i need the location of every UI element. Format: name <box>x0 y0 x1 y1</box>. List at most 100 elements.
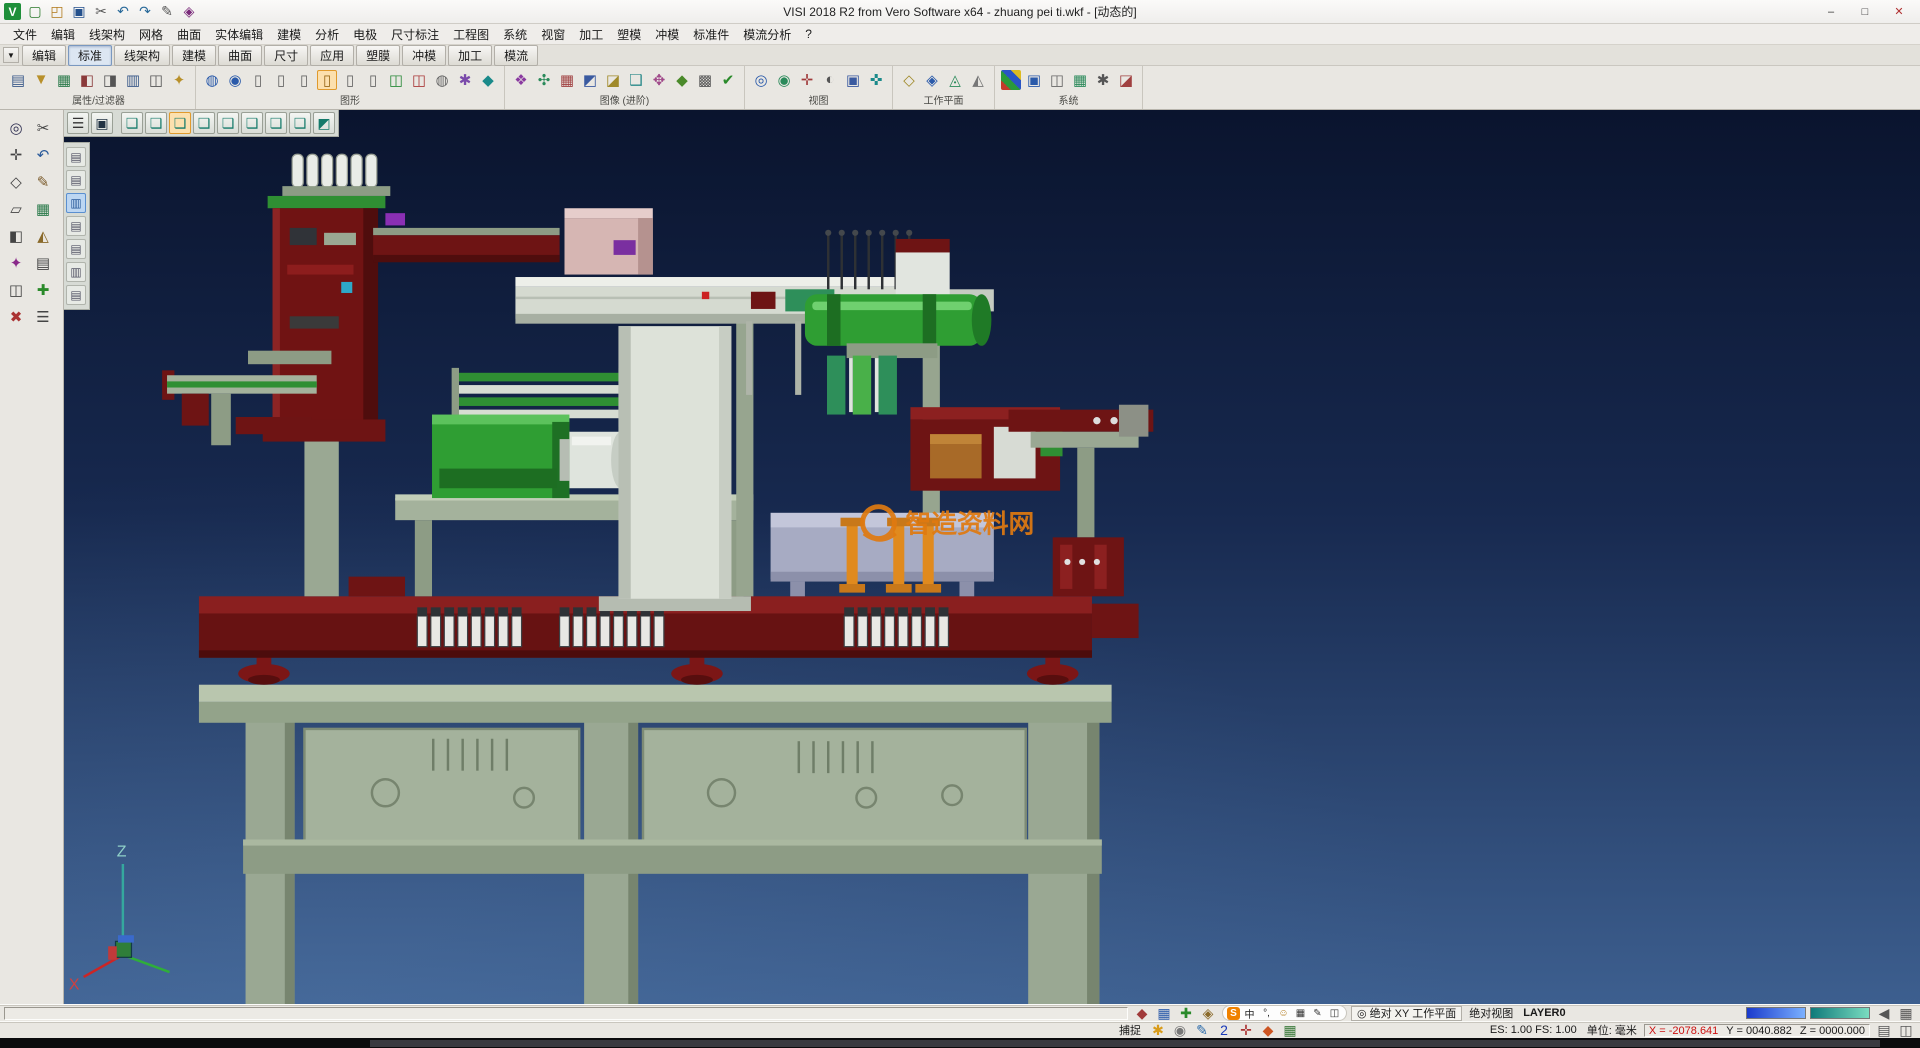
cylinder-3-icon[interactable]: ▯ <box>294 70 314 90</box>
active-layer-label[interactable]: LAYER0 <box>1520 1007 1568 1019</box>
select-all-icon[interactable]: ▥ <box>123 70 143 90</box>
tab-2[interactable]: 线架构 <box>114 45 170 66</box>
cylinder-6-icon[interactable]: ▯ <box>363 70 383 90</box>
select-color-swatch[interactable] <box>1810 1007 1870 1019</box>
snap-lock-icon[interactable]: ✱ <box>1148 1020 1168 1040</box>
left-view-icon[interactable]: ❏ <box>241 112 263 134</box>
db-red-icon[interactable]: ◫ <box>409 70 429 90</box>
right-view-icon[interactable]: ❏ <box>217 112 239 134</box>
save-icon[interactable]: ▣ <box>69 2 89 22</box>
ime-logo-icon[interactable]: S <box>1227 1007 1240 1020</box>
emoji-icon[interactable]: ☺ <box>1276 1006 1291 1020</box>
tab-overflow-button[interactable]: ▼ <box>3 47 19 63</box>
invert-select-icon[interactable]: ◫ <box>146 70 166 90</box>
units-icon[interactable]: ◪ <box>1116 70 1136 90</box>
highlight-icon[interactable]: ✦ <box>169 70 189 90</box>
cut-icon[interactable]: ✂ <box>31 116 55 140</box>
close-button[interactable]: ✕ <box>1882 2 1916 22</box>
cylinder-4-icon[interactable]: ▯ <box>317 70 337 90</box>
zoom-fit-icon[interactable]: ◎ <box>751 70 771 90</box>
target-icon[interactable]: ◉ <box>1170 1020 1190 1040</box>
mesh-icon[interactable]: ▩ <box>695 70 715 90</box>
columns-icon[interactable]: ◫ <box>4 278 28 302</box>
grid-small-icon[interactable]: ▤ <box>1874 1020 1894 1040</box>
iso-view-ne-icon[interactable]: ❏ <box>121 112 143 134</box>
viewport-3d-model[interactable]: 智造资料网 Z X <box>64 110 1920 1004</box>
material-icon[interactable]: ✣ <box>534 70 554 90</box>
cylinder-5-icon[interactable]: ▯ <box>340 70 360 90</box>
sketch-icon[interactable]: ✎ <box>31 170 55 194</box>
pencil-icon[interactable]: ✎ <box>157 2 177 22</box>
undo-icon[interactable]: ↶ <box>31 143 55 167</box>
render-icon[interactable]: ❖ <box>511 70 531 90</box>
view-mode-label[interactable]: 绝对视图 <box>1466 1005 1516 1021</box>
tab-4[interactable]: 曲面 <box>218 45 262 66</box>
delete-icon[interactable]: ✖ <box>4 305 28 329</box>
add-icon[interactable]: ✚ <box>31 278 55 302</box>
db-green-icon[interactable]: ◫ <box>386 70 406 90</box>
grid-icon[interactable]: ▦ <box>31 197 55 221</box>
table-icon[interactable]: ▦ <box>1280 1020 1300 1040</box>
layers-icon[interactable]: ▤ <box>31 251 55 275</box>
tab-6[interactable]: 应用 <box>310 45 354 66</box>
menu-item-6[interactable]: 建模 <box>270 24 308 45</box>
clipboard-2-icon[interactable]: ▤ <box>66 170 86 190</box>
menu-item-3[interactable]: 网格 <box>132 24 170 45</box>
pen-input-icon[interactable]: ✎ <box>1310 1006 1325 1020</box>
workplane-align-icon[interactable]: ◈ <box>922 70 942 90</box>
menu-item-2[interactable]: 线架构 <box>82 24 132 45</box>
workplane-icon[interactable]: ◇ <box>899 70 919 90</box>
plane-icon[interactable]: ▱ <box>4 197 28 221</box>
windows-taskbar-sliver[interactable] <box>0 1038 1920 1048</box>
undo-icon[interactable]: ↶ <box>113 2 133 22</box>
iso-view-nw-icon[interactable]: ❏ <box>145 112 167 134</box>
clipboard-3-icon[interactable]: ▥ <box>66 193 86 213</box>
settings-icon[interactable]: ◈ <box>179 2 199 22</box>
snap-settings-icon[interactable]: ✱ <box>1093 70 1113 90</box>
main-viewport[interactable]: ☰▣❏❏❏❏❏❏❏❏◩ ▤▤▥▤▤▥▤ <box>64 110 1920 1004</box>
filter-icon[interactable]: ▼ <box>31 70 51 90</box>
menu-item-4[interactable]: 曲面 <box>170 24 208 45</box>
menu-item-7[interactable]: 分析 <box>308 24 346 45</box>
bottom-view-icon[interactable]: ❏ <box>289 112 311 134</box>
maximize-button[interactable]: □ <box>1848 2 1882 22</box>
zoom-icon[interactable]: ◎ <box>4 116 28 140</box>
tab-10[interactable]: 模流 <box>494 45 538 66</box>
menu-item-10[interactable]: 工程图 <box>446 24 496 45</box>
toolbox-icon[interactable]: ◫ <box>1327 1006 1342 1020</box>
lang-cn-icon[interactable]: 中 <box>1242 1006 1257 1020</box>
apply-icon[interactable]: ✔ <box>718 70 738 90</box>
model-center-column[interactable] <box>599 326 751 611</box>
new-file-icon[interactable]: ▢ <box>25 2 45 22</box>
menu-item-17[interactable]: 模流分析 <box>736 24 798 45</box>
clipboard-4-icon[interactable]: ▤ <box>66 216 86 236</box>
model-green-motor-unit[interactable] <box>432 368 631 498</box>
scene-icon[interactable]: ❑ <box>626 70 646 90</box>
center-view-icon[interactable]: ✜ <box>866 70 886 90</box>
view-menu-icon[interactable]: ☰ <box>67 112 89 134</box>
clipboard-6-icon[interactable]: ▥ <box>66 262 86 282</box>
workplane-selector[interactable]: ◎ 绝对 XY 工作平面 <box>1351 1006 1462 1021</box>
minimize-button[interactable]: – <box>1814 2 1848 22</box>
light-icon[interactable]: ✥ <box>649 70 669 90</box>
count-badge[interactable]: 2 <box>1214 1020 1234 1040</box>
menu-item-0[interactable]: 文件 <box>6 24 44 45</box>
menu-item-1[interactable]: 编辑 <box>44 24 82 45</box>
database-icon[interactable]: ◫ <box>1047 70 1067 90</box>
point-icon[interactable]: ◇ <box>4 170 28 194</box>
type-filter-icon[interactable]: ◨ <box>100 70 120 90</box>
gem-icon[interactable]: ◆ <box>672 70 692 90</box>
cut-icon[interactable]: ✂ <box>91 2 111 22</box>
snap-label[interactable]: 捕捉 <box>1116 1022 1144 1038</box>
burst-icon[interactable]: ✱ <box>455 70 475 90</box>
menu-item-14[interactable]: 塑模 <box>610 24 648 45</box>
menu-item-12[interactable]: 视窗 <box>534 24 572 45</box>
shade-icon[interactable]: ◧ <box>4 224 28 248</box>
texture-icon[interactable]: ▦ <box>557 70 577 90</box>
menu-item-15[interactable]: 冲模 <box>648 24 686 45</box>
properties-icon[interactable]: ▤ <box>8 70 28 90</box>
layer-color-swatch[interactable] <box>1746 1007 1806 1019</box>
redo-icon[interactable]: ↷ <box>135 2 155 22</box>
top-view-icon[interactable]: ❏ <box>169 112 191 134</box>
menu-item-5[interactable]: 实体编辑 <box>208 24 270 45</box>
